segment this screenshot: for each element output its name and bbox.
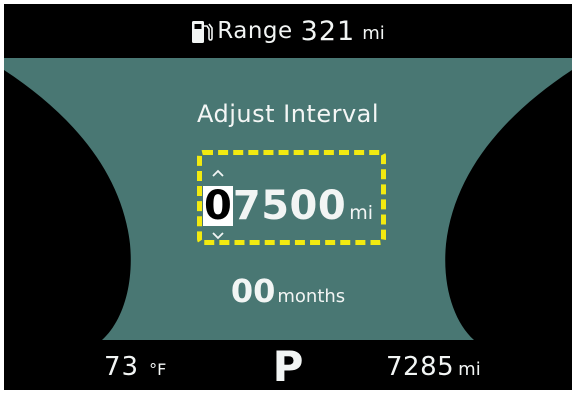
active-digit[interactable]: 0 [203,169,233,240]
months-value: 00 [230,272,276,310]
cursor-digit: 0 [203,183,233,229]
interval-unit: mi [349,202,373,224]
months-unit: months [277,286,346,307]
chevron-up-icon[interactable] [212,169,224,177]
adjust-interval-screen: Adjust Interval 0 7500 mi 00 months [4,4,572,390]
interval-distance-field[interactable]: 0 7500 mi [4,169,572,240]
chevron-down-icon[interactable] [212,232,224,240]
interval-digits: 7500 [232,183,347,229]
instrument-cluster-display: Range 321 mi Adjust Interval 0 7500 mi 0… [4,4,572,390]
status-bar: 73 °F P 7285 mi [4,340,572,390]
interval-months-field[interactable]: 00 months [4,272,572,310]
odometer-value: 7285 [386,352,455,382]
odometer-unit: mi [458,359,481,380]
gear-indicator: P [272,342,304,390]
odometer: 7285 mi [386,352,481,382]
page-title: Adjust Interval [196,100,380,128]
